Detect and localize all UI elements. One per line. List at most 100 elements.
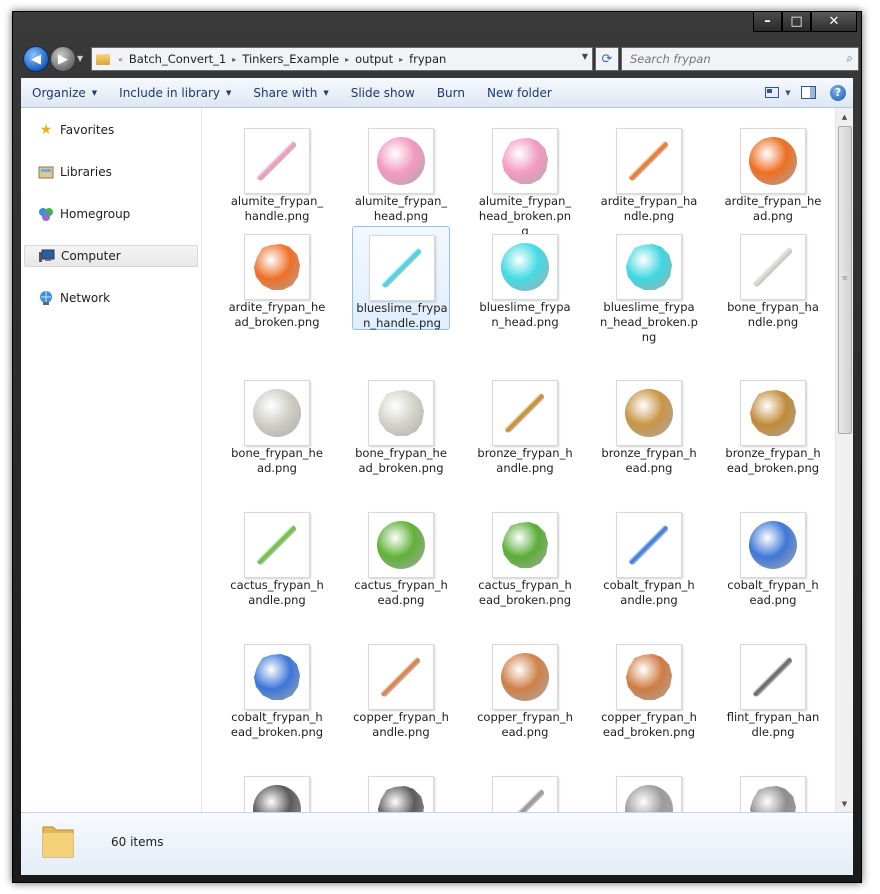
file-item[interactable]: alumite_frypan_head_broken.png — [476, 120, 574, 238]
file-name: blueslime_frypan_head.png — [479, 300, 571, 329]
frypan-head-icon — [377, 521, 425, 569]
file-thumbnail — [244, 128, 310, 194]
nav-libraries[interactable]: Libraries — [24, 162, 196, 182]
file-item[interactable]: bone_frypan_head_broken.png — [352, 372, 450, 476]
caption-buttons: – □ ✕ — [753, 12, 857, 32]
search-input[interactable] — [628, 51, 832, 67]
file-item[interactable]: blueslime_frypan_head_broken.png — [600, 226, 698, 344]
close-button[interactable]: ✕ — [811, 12, 857, 32]
file-item[interactable]: bronze_frypan_head.png — [600, 372, 698, 476]
file-thumbnail — [740, 644, 806, 710]
file-name: copper_frypan_handle.png — [353, 710, 449, 739]
file-item[interactable] — [228, 768, 326, 812]
frypan-head-broken-icon — [501, 137, 549, 185]
frypan-handle-icon — [751, 246, 794, 288]
minimize-button[interactable]: – — [753, 12, 782, 32]
nav-homegroup[interactable]: Homegroup — [24, 204, 196, 224]
file-item[interactable] — [724, 768, 822, 812]
slide-show-button[interactable]: Slide show — [340, 86, 426, 100]
address-dropdown-icon[interactable]: ▼ — [582, 52, 588, 61]
address-row: ◀ ▶ ▼ « Batch_Convert_1 ▸ Tinkers_Exampl… — [21, 45, 859, 73]
file-item[interactable] — [600, 768, 698, 812]
file-item[interactable]: ardite_frypan_head.png — [724, 120, 822, 224]
nav-favorites-label: Favorites — [60, 123, 115, 137]
scroll-down-icon[interactable]: ▼ — [836, 795, 853, 812]
file-item[interactable] — [352, 768, 450, 812]
frypan-head-icon — [749, 521, 797, 569]
nav-network[interactable]: Network — [24, 288, 196, 308]
file-item[interactable]: bronze_frypan_head_broken.png — [724, 372, 822, 476]
organize-menu[interactable]: Organize ▼ — [21, 86, 108, 100]
breadcrumb-output[interactable]: output — [351, 52, 397, 66]
scrollbar-thumb[interactable]: ≡ — [838, 126, 852, 434]
frypan-head-broken-icon — [625, 243, 673, 291]
file-item[interactable]: bronze_frypan_handle.png — [476, 372, 574, 476]
new-folder-button[interactable]: New folder — [476, 86, 563, 100]
breadcrumb-separator-icon[interactable]: ▸ — [230, 55, 238, 64]
file-thumbnail — [369, 235, 435, 301]
file-item[interactable]: ardite_frypan_head_broken.png — [228, 226, 326, 330]
refresh-button[interactable]: ⟳ — [595, 47, 619, 71]
change-view-button[interactable]: ▼ — [763, 87, 793, 98]
file-item[interactable]: alumite_frypan_handle.png — [228, 120, 326, 224]
file-name: cobalt_frypan_head.png — [727, 578, 819, 607]
file-item[interactable]: cobalt_frypan_handle.png — [600, 504, 698, 608]
file-name: bone_frypan_head.png — [231, 446, 323, 475]
file-item[interactable]: bone_frypan_head.png — [228, 372, 326, 476]
search-box[interactable]: ⌕ — [621, 47, 859, 71]
network-icon — [38, 290, 54, 306]
scroll-up-icon[interactable]: ▲ — [836, 108, 853, 125]
address-bar[interactable]: « Batch_Convert_1 ▸ Tinkers_Example ▸ ou… — [91, 47, 593, 71]
grip-icon: ≡ — [842, 274, 848, 282]
recent-pages-dropdown[interactable]: ▼ — [77, 54, 83, 63]
overflow-chevron[interactable]: « — [116, 55, 125, 64]
frypan-handle-icon — [751, 656, 794, 698]
forward-button[interactable]: ▶ — [50, 46, 76, 72]
file-name: blueslime_frypan_head_broken.png — [600, 300, 698, 344]
nav-computer-label: Computer — [61, 249, 121, 263]
file-item[interactable]: blueslime_frypan_head.png — [476, 226, 574, 330]
file-item[interactable]: bone_frypan_handle.png — [724, 226, 822, 330]
chevron-down-icon: ▼ — [226, 89, 232, 97]
nav-favorites[interactable]: ★ Favorites — [24, 120, 196, 140]
help-button[interactable]: ? — [823, 84, 853, 101]
burn-button[interactable]: Burn — [426, 86, 476, 100]
search-icon[interactable]: ⌕ — [846, 51, 853, 66]
file-item[interactable]: alumite_frypan_head.png — [352, 120, 450, 224]
homegroup-icon — [38, 206, 54, 222]
file-item[interactable]: ardite_frypan_handle.png — [600, 120, 698, 224]
file-item[interactable]: copper_frypan_head_broken.png — [600, 636, 698, 740]
file-name: copper_frypan_head_broken.png — [601, 710, 697, 739]
nav-computer[interactable]: Computer — [24, 245, 198, 267]
file-name: cactus_frypan_head.png — [354, 578, 448, 607]
include-label: Include in library — [119, 85, 221, 100]
frypan-handle-icon — [503, 788, 546, 812]
breadcrumb-batch-convert[interactable]: Batch_Convert_1 — [125, 52, 230, 66]
breadcrumb-separator-icon[interactable]: ▸ — [343, 55, 351, 64]
file-item[interactable] — [476, 768, 574, 812]
file-item[interactable]: cactus_frypan_head.png — [352, 504, 450, 608]
breadcrumb-frypan[interactable]: frypan — [405, 52, 450, 66]
file-item[interactable]: cactus_frypan_handle.png — [228, 504, 326, 608]
file-item[interactable]: blueslime_frypan_handle.png — [352, 226, 450, 330]
frypan-head-icon — [253, 389, 301, 437]
file-list[interactable]: alumite_frypan_handle.png alumite_frypan_… — [207, 108, 835, 812]
file-item[interactable]: flint_frypan_handle.png — [724, 636, 822, 740]
preview-pane-button[interactable] — [793, 86, 823, 99]
file-name: blueslime_frypan_handle.png — [356, 301, 448, 330]
breadcrumb-separator-icon[interactable]: ▸ — [397, 55, 405, 64]
vertical-scrollbar[interactable]: ▲ ≡ ▼ — [835, 108, 853, 812]
include-in-library-menu[interactable]: Include in library ▼ — [108, 86, 242, 100]
explorer-window: – □ ✕ ◀ ▶ ▼ « Batch_Convert_1 ▸ Tinkers_… — [12, 11, 862, 883]
back-button[interactable]: ◀ — [23, 46, 49, 72]
share-with-menu[interactable]: Share with ▼ — [242, 86, 339, 100]
file-item[interactable]: copper_frypan_handle.png — [352, 636, 450, 740]
file-name: bronze_frypan_handle.png — [477, 446, 573, 475]
file-item[interactable]: cobalt_frypan_head_broken.png — [228, 636, 326, 740]
file-item[interactable]: copper_frypan_head.png — [476, 636, 574, 740]
file-item[interactable]: cactus_frypan_head_broken.png — [476, 504, 574, 608]
breadcrumb-tinkers-example[interactable]: Tinkers_Example — [238, 52, 343, 66]
file-item[interactable]: cobalt_frypan_head.png — [724, 504, 822, 608]
maximize-button[interactable]: □ — [782, 12, 811, 32]
file-thumbnail — [616, 776, 682, 812]
